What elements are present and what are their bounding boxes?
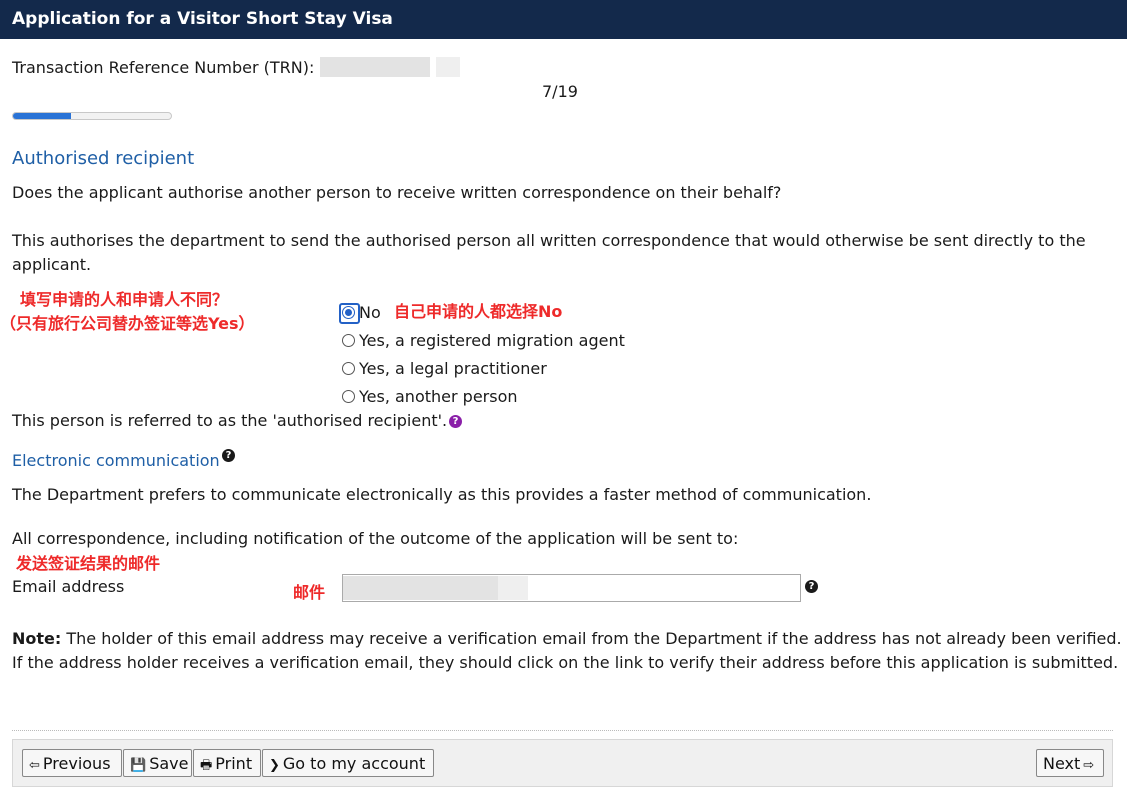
authorise-info: This authorises the department to send t… [12, 231, 1086, 250]
annotation-left-line1: 填写申请的人和申请人不同？ [20, 290, 229, 309]
all-correspondence-text: All correspondence, including notificati… [12, 529, 739, 548]
note-text: The holder of this email address may rec… [61, 629, 1122, 648]
question-icon[interactable]: ? [805, 580, 818, 593]
email-field[interactable] [342, 574, 801, 602]
progress-text: 7/19 [542, 82, 578, 101]
trn-label: Transaction Reference Number (TRN): [12, 58, 315, 77]
previous-button[interactable]: ⇦ Previous [22, 749, 122, 777]
note-line2: If the address holder receives a verific… [12, 653, 1119, 672]
section-heading-authorised-recipient: Authorised recipient [12, 148, 195, 169]
title-bar: Application for a Visitor Short Stay Vis… [0, 0, 1127, 39]
note-line1: Note: The holder of this email address m… [12, 629, 1122, 648]
window-title: Application for a Visitor Short Stay Vis… [12, 9, 393, 29]
annotation-left-line2: （只有旅行公司替办签证等选Yes） [0, 314, 255, 333]
radio-migration-agent[interactable] [342, 334, 355, 347]
email-label: Email address [12, 577, 125, 596]
authorised-recipient-note: This person is referred to as the 'autho… [12, 411, 448, 430]
radio-no[interactable] [342, 306, 355, 319]
authorise-info-cont: applicant. [12, 255, 92, 274]
divider [12, 730, 1113, 731]
email-value-redacted [343, 576, 498, 600]
arrow-right-icon: ⇨ [1083, 758, 1095, 773]
radio-legal-practitioner-label[interactable]: Yes, a legal practitioner [359, 359, 547, 378]
question-icon[interactable]: ? [449, 415, 462, 428]
annotation-email: 邮件 [293, 583, 326, 602]
section-heading-electronic-communication: Electronic communication [12, 451, 220, 470]
note-label: Note: [12, 629, 62, 648]
radio-no-label[interactable]: No [359, 303, 381, 322]
next-button[interactable]: Next ⇨ [1036, 749, 1104, 777]
radio-another-person-label[interactable]: Yes, another person [359, 387, 518, 406]
chevron-right-icon: ❯ [269, 758, 280, 773]
radio-legal-practitioner[interactable] [342, 362, 355, 375]
floppy-icon: 💾 [130, 758, 147, 773]
arrow-left-icon: ⇦ [29, 758, 40, 773]
radio-migration-agent-label[interactable]: Yes, a registered migration agent [359, 331, 625, 350]
progress-bar [12, 112, 172, 120]
progress-bar-fill [13, 113, 72, 119]
footer-bar: ⇦ Previous 💾 Save 🖶 Print ❯ Go to my account… [12, 739, 1113, 787]
go-to-account-button[interactable]: ❯ Go to my account [262, 749, 434, 777]
annotation-right-no: 自己申请的人都选择No [394, 302, 563, 321]
save-button[interactable]: 💾 Save [123, 749, 192, 777]
printer-icon: 🖶 [200, 758, 213, 773]
question-icon[interactable]: ? [222, 449, 235, 462]
print-button[interactable]: 🖶 Print [193, 749, 261, 777]
annotation-email-result: 发送签证结果的邮件 [16, 554, 161, 573]
radio-another-person[interactable] [342, 390, 355, 403]
electronic-prefers-text: The Department prefers to communicate el… [12, 485, 872, 504]
authorise-question: Does the applicant authorise another per… [12, 183, 782, 202]
